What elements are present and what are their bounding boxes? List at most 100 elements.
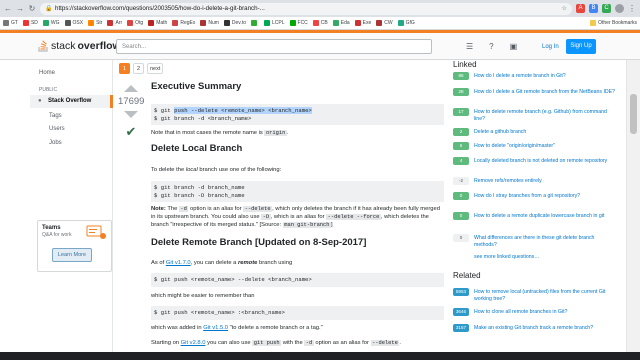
signup-button[interactable]: Sign Up [566,39,596,54]
linked-question[interactable]: 4 Locally deleted branch is not deleted o… [453,157,617,165]
bookmark[interactable]: LCPL [264,20,285,26]
paragraph: As of Git v1.7.0, you can delete a remot… [151,260,293,266]
extension-icon[interactable]: C [602,4,611,13]
link-git-v150[interactable]: Git v1.5.0 [203,325,228,331]
related-question[interactable]: 3157 Make an existing Git branch track a … [453,324,617,332]
url-text: https://stackoverflow.com/questions/2003… [55,5,265,12]
bookmark[interactable]: Arr [107,20,122,26]
other-bookmarks[interactable]: Other Bookmarks [590,20,637,26]
back-icon[interactable]: ← [4,4,12,13]
linked-question[interactable]: 28 How do I delete a Git remote branch fr… [453,88,617,96]
linked-question[interactable]: -2 Remove refs/remotes entirely [453,177,617,185]
site-header: stack overflow Search... ☰ ? ▣ Log In Sig… [0,30,640,60]
inbox-icon[interactable]: ☰ [466,42,473,51]
star-icon[interactable]: ☆ [561,5,567,12]
vote-cell: 17699 ✔ [118,85,144,140]
forward-icon[interactable]: → [16,4,24,13]
code-block: $ git push <remote_name> :<branch_name> [151,306,444,320]
downvote-icon[interactable] [124,111,138,118]
nav-home[interactable]: Home [39,70,55,76]
site-logo[interactable]: stack overflow [38,39,121,52]
see-more-linked-link[interactable]: see more linked questions… [474,254,539,260]
scrollbar[interactable] [626,60,640,360]
linked-question[interactable]: 5 How to delete "origin/origin/master" [453,142,617,150]
related-question[interactable]: 5953 How to remove local (untracked) file… [453,288,617,303]
linked-heading: Linked [453,60,477,69]
bookmark[interactable]: RegEx [172,20,195,26]
paragraph-note: Note: The -d option is an alias for --de… [151,206,440,228]
heading-delete-local: Delete Local Branch [151,143,243,154]
link-git-v170[interactable]: Git v1.7.0 [166,260,191,266]
bookmark[interactable]: Eda [332,20,350,26]
bookmark[interactable]: Dev.to [223,20,246,26]
left-sidebar: Home PUBLIC ● Stack Overflow Tags Users … [30,60,113,360]
link-git-v280[interactable]: Git v2.8.0 [181,340,206,346]
bookmark[interactable]: CB [312,20,328,26]
site-switcher-icon[interactable]: ▣ [510,42,518,51]
page-next[interactable]: next [147,63,164,74]
related-heading: Related [453,271,481,280]
code-block: $ git push --delete <remote_name> <branc… [151,104,444,125]
extension-icon[interactable]: A [576,4,585,13]
nav-users[interactable]: Users [49,126,65,132]
heading-executive-summary: Executive Summary [151,81,242,92]
bookmark[interactable] [251,20,259,26]
accepted-check-icon: ✔ [125,124,137,139]
login-button[interactable]: Log In [539,40,562,54]
linked-question[interactable]: 0 How to delete a remote duplicate lowerc… [453,212,617,220]
globe-icon: ● [38,98,42,104]
menu-icon[interactable]: ⋮ [628,4,636,13]
nav-stack-overflow[interactable]: ● Stack Overflow [30,95,113,108]
paragraph: To delete the local branch use one of th… [151,167,282,173]
nav-tags[interactable]: Tags [49,113,62,119]
bookmark[interactable]: WG [42,20,60,26]
reload-icon[interactable]: ↻ [28,4,36,13]
bookmark[interactable]: FCC [289,20,308,26]
paragraph: Starting on Git v2.8.0 you can also use … [151,340,402,346]
bookmark[interactable]: SD [22,20,38,26]
profile-avatar[interactable] [615,4,624,13]
page-1[interactable]: 1 [119,63,130,74]
scrollbar-thumb[interactable] [630,94,637,134]
linked-question[interactable]: 2 Delete a github branch [453,128,617,136]
bookmark[interactable]: Math [148,20,167,26]
teams-illustration-icon [86,225,106,239]
search-input[interactable]: Search... [116,39,432,54]
learn-more-button[interactable]: Learn More [52,248,92,262]
paragraph: which might be easier to remember than [151,293,255,299]
linked-question[interactable]: 17 How to delete remote branch (e.g. Gith… [453,108,617,123]
heading-delete-remote: Delete Remote Branch [Updated on 8-Sep-2… [151,237,367,248]
lock-icon: 🔒 [45,5,53,12]
code-block: $ git branch -d branch_name $ git branch… [151,181,444,202]
paragraph: Note that in most cases the remote name … [151,130,289,136]
bookmark[interactable]: Exe [354,20,371,26]
teams-promo: Teams Q&A for work Learn More [37,220,112,272]
nav-section-public: PUBLIC [39,87,58,93]
bookmark[interactable]: Otg [127,20,143,26]
bookmark[interactable]: GfG [397,20,415,26]
taskbar-strip [0,352,640,360]
linked-question[interactable]: 86 How do I delete a remote branch in Git… [453,72,617,80]
bookmarks-bar: GT SD WG OSX Str Arr Otg Math RegEx Num … [0,17,640,30]
pagination: 1 2 next [119,63,164,74]
address-bar[interactable]: 🔒 https://stackoverflow.com/questions/20… [40,2,572,15]
bookmark[interactable]: CW [376,20,393,26]
nav-jobs[interactable]: Jobs [49,140,62,146]
browser-toolbar: ← → ↻ 🔒 https://stackoverflow.com/questi… [0,0,640,17]
page-2[interactable]: 2 [133,63,144,74]
folder-icon [590,20,597,26]
bookmark[interactable]: OSX [64,20,83,26]
bookmark[interactable]: GT [3,20,18,26]
bookmark[interactable]: Num [200,20,219,26]
linked-question[interactable]: 0 What differences are there in these git… [453,234,617,249]
help-icon[interactable]: ? [489,42,493,51]
header-icons: ☰ ? ▣ [466,42,517,51]
code-block: $ git push <remote_name> --delete <branc… [151,273,444,287]
vote-count: 17699 [118,96,145,107]
bookmark[interactable]: Str [88,20,102,26]
linked-question[interactable]: 0 How do I stray branches from a git repo… [453,192,617,200]
extension-icon[interactable]: B [589,4,598,13]
upvote-icon[interactable] [124,85,138,92]
stackoverflow-logo-icon [38,40,48,52]
related-question[interactable]: 3646 How to clone all remote branches in … [453,308,617,316]
